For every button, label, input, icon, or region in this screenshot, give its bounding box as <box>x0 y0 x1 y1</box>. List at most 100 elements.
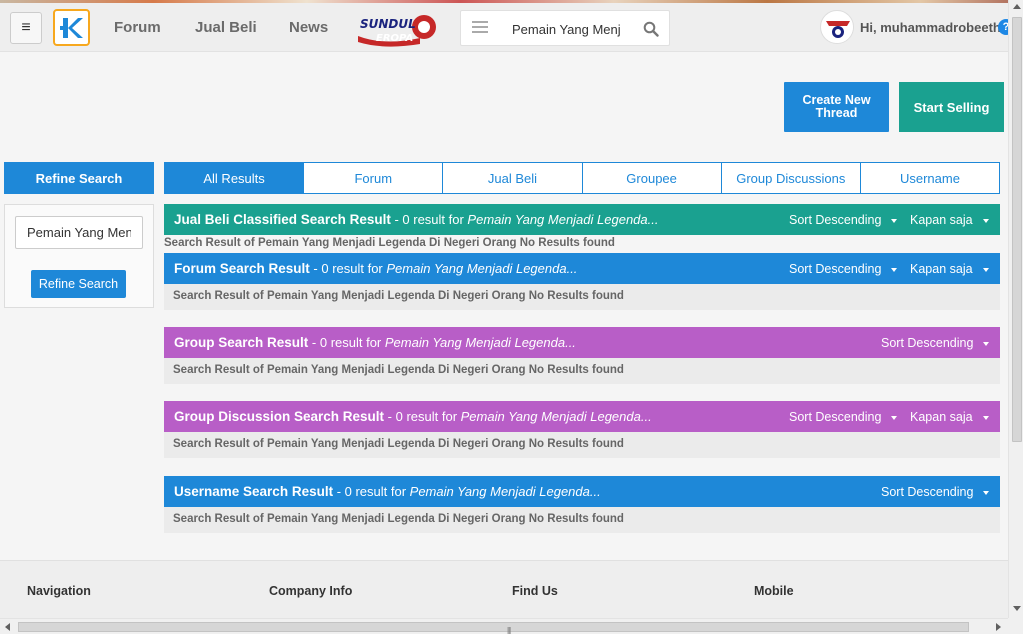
vertical-scrollbar[interactable] <box>1008 0 1023 618</box>
footer-find-us-heading: Find Us <box>512 584 558 598</box>
jualbeli-result-title: Jual Beli Classified Search Result - 0 r… <box>174 212 658 227</box>
start-selling-button[interactable]: Start Selling <box>899 82 1004 132</box>
footer-navigation-heading: Navigation <box>27 584 91 598</box>
jualbeli-count-text: - 0 result for <box>390 212 468 227</box>
groupdisc-count-text: - 0 result for <box>384 409 461 424</box>
nav-forum-link[interactable]: Forum <box>114 19 161 36</box>
tab-jual-beli[interactable]: Jual Beli <box>442 163 581 193</box>
groupdisc-time-dropdown[interactable]: Kapan saja <box>910 410 989 424</box>
scroll-grip-icon: ||| <box>507 626 511 634</box>
refine-search-button[interactable]: Refine Search <box>31 270 126 298</box>
scrollbar-corner <box>1008 618 1023 634</box>
group-result-body: Search Result of Pemain Yang Menjadi Leg… <box>164 358 1000 384</box>
forum-result-header: Forum Search Result - 0 result for Pemai… <box>164 253 1000 284</box>
refine-search-input[interactable] <box>15 216 143 249</box>
jualbeli-empty-message: Search Result of Pemain Yang Menjadi Leg… <box>164 237 615 249</box>
tab-username[interactable]: Username <box>859 163 999 193</box>
header-search-box <box>460 10 670 46</box>
tab-group-discussions[interactable]: Group Discussions <box>720 163 860 193</box>
scroll-down-arrow-icon[interactable] <box>1013 606 1021 611</box>
group-title-text: Group Search Result <box>174 335 309 350</box>
forum-result-body: Search Result of Pemain Yang Menjadi Leg… <box>164 284 1000 310</box>
kaskus-logo[interactable] <box>53 9 90 46</box>
username-result-header: Username Search Result - 0 result for Pe… <box>164 476 1000 507</box>
create-new-thread-button[interactable]: Create New Thread <box>784 82 889 132</box>
tab-forum[interactable]: Forum <box>303 163 442 193</box>
jualbeli-result-header: Jual Beli Classified Search Result - 0 r… <box>164 204 1000 235</box>
username-sort-label: Sort Descending <box>881 485 974 499</box>
forum-time-label: Kapan saja <box>910 262 973 276</box>
jualbeli-time-dropdown[interactable]: Kapan saja <box>910 213 989 227</box>
sundul-eropa-logo[interactable]: SUNDUL EROPA <box>354 8 438 48</box>
hamburger-icon: ≡ <box>21 19 31 36</box>
refine-search-heading: Refine Search <box>4 162 154 194</box>
forum-query-text: Pemain Yang Menjadi Legenda... <box>386 261 578 276</box>
avatar-badge-icon <box>823 13 853 43</box>
username-result-body: Search Result of Pemain Yang Menjadi Leg… <box>164 507 1000 533</box>
groupdisc-result-title: Group Discussion Search Result - 0 resul… <box>174 409 652 424</box>
group-result-header: Group Search Result - 0 result for Pemai… <box>164 327 1000 358</box>
chevron-down-icon <box>982 218 989 223</box>
groupdisc-query-text: Pemain Yang Menjadi Legenda... <box>460 409 652 424</box>
user-greeting[interactable]: Hi, muhammadrobeeth <box>860 20 1001 35</box>
search-icon[interactable] <box>643 21 659 37</box>
horizontal-scrollbar[interactable]: ||| <box>0 618 1008 634</box>
jualbeli-query-text: Pemain Yang Menjadi Legenda... <box>467 212 659 227</box>
footer-mobile-heading: Mobile <box>754 584 794 598</box>
group-sort-dropdown[interactable]: Sort Descending <box>881 336 990 350</box>
forum-title-text: Forum Search Result <box>174 261 310 276</box>
create-new-thread-label: Create New Thread <box>802 93 871 120</box>
group-empty-message: Search Result of Pemain Yang Menjadi Leg… <box>173 364 624 376</box>
groupdisc-title-text: Group Discussion Search Result <box>174 409 385 424</box>
vertical-scroll-thumb[interactable] <box>1012 17 1022 442</box>
nav-news-link[interactable]: News <box>289 19 328 36</box>
group-count-text: - 0 result for <box>308 335 385 350</box>
groupdisc-result-header: Group Discussion Search Result - 0 resul… <box>164 401 1000 432</box>
tab-all-results[interactable]: All Results <box>165 163 304 193</box>
sundul-text: SUNDUL <box>360 17 416 31</box>
chevron-down-icon <box>891 267 898 272</box>
username-count-text: - 0 result for <box>333 484 410 499</box>
jualbeli-sort-dropdown[interactable]: Sort Descending <box>789 213 898 227</box>
forum-result-title: Forum Search Result - 0 result for Pemai… <box>174 261 577 276</box>
scroll-left-arrow-icon[interactable] <box>5 623 10 631</box>
group-query-text: Pemain Yang Menjadi Legenda... <box>384 335 576 350</box>
forum-time-dropdown[interactable]: Kapan saja <box>910 262 989 276</box>
chevron-down-icon <box>891 415 898 420</box>
username-result-title: Username Search Result - 0 result for Pe… <box>174 484 601 499</box>
tab-groupee[interactable]: Groupee <box>581 163 721 193</box>
username-query-text: Pemain Yang Menjadi Legenda... <box>409 484 601 499</box>
site-header: ≡ Forum Jual Beli News SUNDUL EROPA Pema… <box>0 3 1014 52</box>
chevron-down-icon <box>983 490 990 495</box>
forum-empty-message: Search Result of Pemain Yang Menjadi Leg… <box>173 290 624 302</box>
result-tabs: All Results Forum Jual Beli Groupee Grou… <box>164 162 1000 194</box>
group-sort-label: Sort Descending <box>881 336 974 350</box>
groupdisc-result-body: Search Result of Pemain Yang Menjadi Leg… <box>164 432 1000 458</box>
header-search-input[interactable] <box>512 20 620 38</box>
username-empty-message: Search Result of Pemain Yang Menjadi Leg… <box>173 513 624 525</box>
forum-count-text: - 0 result for <box>309 261 387 276</box>
refine-search-panel: Refine Search <box>4 204 154 308</box>
chevron-down-icon <box>891 218 898 223</box>
jualbeli-title-text: Jual Beli Classified Search Result <box>174 212 391 227</box>
username-sort-dropdown[interactable]: Sort Descending <box>881 485 990 499</box>
user-avatar[interactable] <box>820 10 854 44</box>
groupdisc-time-label: Kapan saja <box>910 410 973 424</box>
hamburger-menu-button[interactable]: ≡ <box>10 12 42 44</box>
group-result-title: Group Search Result - 0 result for Pemai… <box>174 335 576 350</box>
forum-sort-label: Sort Descending <box>789 262 882 276</box>
eropa-text: EROPA <box>376 33 413 44</box>
username-title-text: Username Search Result <box>174 484 334 499</box>
groupdisc-sort-dropdown[interactable]: Sort Descending <box>789 410 898 424</box>
horizontal-scroll-thumb[interactable]: ||| <box>18 622 969 634</box>
chevron-down-icon <box>982 267 989 272</box>
search-category-menu-icon[interactable] <box>472 21 488 35</box>
scroll-right-arrow-icon[interactable] <box>996 623 1001 631</box>
groupdisc-sort-label: Sort Descending <box>789 410 882 424</box>
nav-jual-beli-link[interactable]: Jual Beli <box>195 19 257 36</box>
groupdisc-empty-message: Search Result of Pemain Yang Menjadi Leg… <box>173 438 624 450</box>
chevron-down-icon <box>982 415 989 420</box>
forum-sort-dropdown[interactable]: Sort Descending <box>789 262 898 276</box>
scroll-up-arrow-icon[interactable] <box>1013 4 1021 9</box>
chevron-down-icon <box>983 341 990 346</box>
